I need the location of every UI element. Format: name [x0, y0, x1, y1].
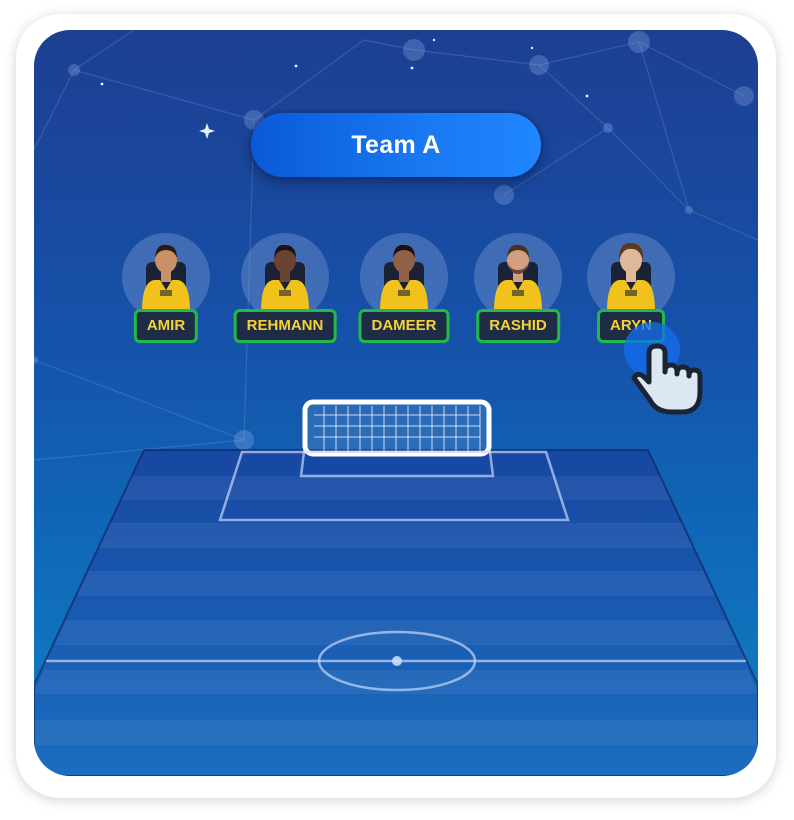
player-name-rashid: RASHID [476, 309, 560, 343]
player-card-amir[interactable]: AMIR [106, 230, 226, 350]
player-avatar [142, 244, 190, 312]
hand-pointer-icon [624, 322, 703, 415]
player-avatar [494, 244, 542, 312]
player-card-rashid[interactable]: RASHID [458, 230, 578, 350]
player-avatar [607, 242, 655, 312]
player-card-dameer[interactable]: DAMEER [344, 230, 464, 350]
player-avatar [261, 244, 309, 312]
player-name-dameer: DAMEER [358, 309, 450, 343]
player-name-amir: AMIR [133, 309, 199, 343]
team-title-pill: Team A [251, 113, 541, 177]
player-avatar [380, 244, 428, 312]
goal-net-icon [302, 399, 492, 457]
team-title: Team A [351, 130, 441, 159]
player-name-rehmann: REHMANN [233, 309, 337, 343]
game-panel: Team A AMIR REHMANN DAMEER RASHID ARYN [34, 30, 758, 776]
center-spot [392, 656, 402, 666]
player-card-rehmann[interactable]: REHMANN [225, 230, 345, 350]
